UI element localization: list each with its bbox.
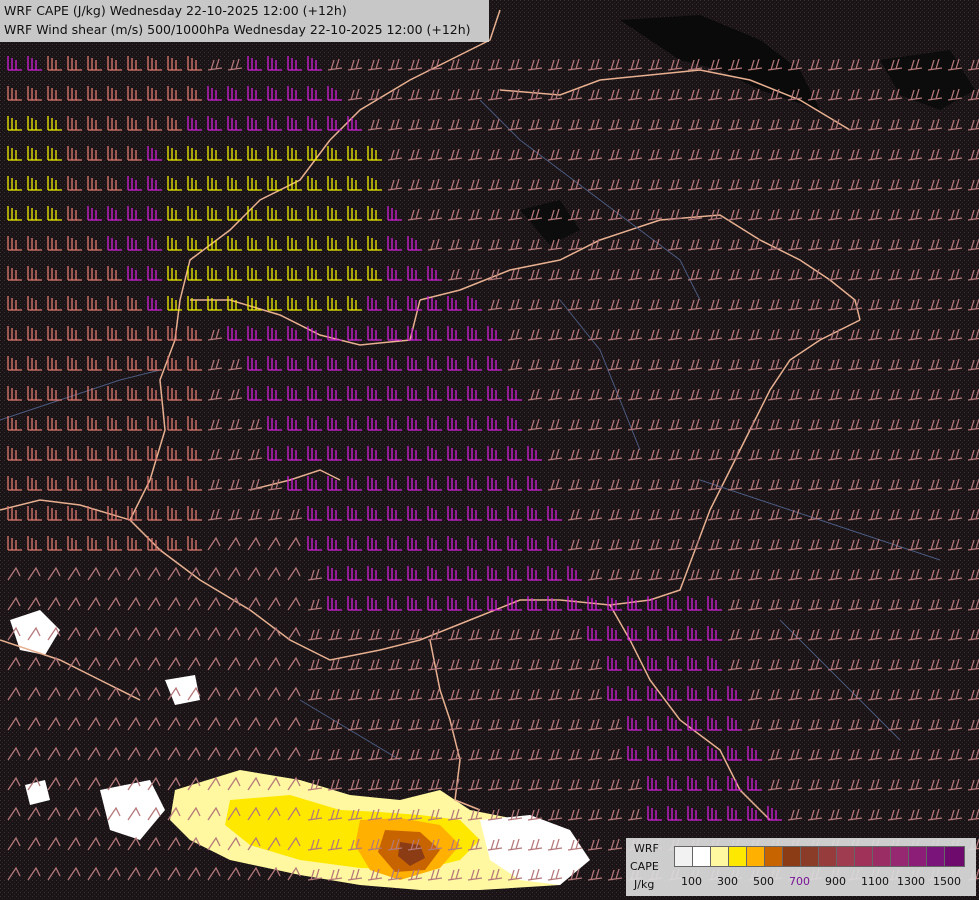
terrain-stipple (0, 0, 979, 900)
legend-tick: 1500 (933, 875, 961, 888)
cape-title: WRF CAPE (J/kg) Wednesday 22-10-2025 12:… (4, 3, 347, 18)
legend-tick: 100 (681, 875, 702, 888)
legend-tick: 1300 (897, 875, 925, 888)
legend-tick: 300 (717, 875, 738, 888)
weather-map (0, 0, 979, 900)
legend-title-wrf: WRF (634, 842, 659, 855)
legend-tick: 700 (789, 875, 810, 888)
legend-tick: 1100 (861, 875, 889, 888)
cape-legend: WRF CAPE J/kg 100 300 500 700 900 1100 1300 150… (626, 838, 976, 896)
legend-tick: 500 (753, 875, 774, 888)
map-title-box: WRF CAPE (J/kg) Wednesday 22-10-2025 12:… (0, 0, 489, 42)
map-canvas[interactable] (0, 0, 979, 900)
wind-shear-title: WRF Wind shear (m/s) 500/1000hPa Wednesd… (4, 22, 471, 37)
legend-swatch (944, 846, 965, 867)
legend-title-cape: CAPE (630, 860, 659, 873)
legend-tick: 900 (825, 875, 846, 888)
legend-unit: J/kg (634, 878, 655, 891)
